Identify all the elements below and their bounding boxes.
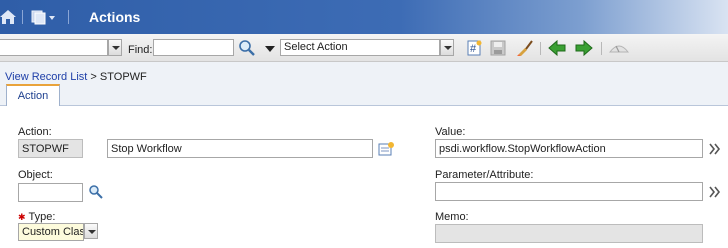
search-options-dropdown-icon[interactable] xyxy=(263,39,277,57)
save-icon[interactable] xyxy=(489,39,507,57)
memo-label: Memo: xyxy=(435,211,469,223)
app-title: Actions xyxy=(89,9,141,25)
description-field[interactable]: Stop Workflow xyxy=(107,139,373,158)
breadcrumb-separator: > xyxy=(90,71,97,83)
query-select[interactable] xyxy=(0,39,108,56)
toolbar: Find: Select Action # xyxy=(0,34,728,62)
type-dropdown-button[interactable] xyxy=(84,223,98,239)
breadcrumb-band: View Record List > STOPWF xyxy=(0,62,728,106)
new-record-icon[interactable]: # xyxy=(465,39,483,57)
required-marker: ✱ xyxy=(18,212,26,222)
double-chevron-icon[interactable] xyxy=(709,143,721,155)
help-icon[interactable] xyxy=(608,39,630,57)
long-description-icon[interactable] xyxy=(378,141,396,157)
action-label: Action: xyxy=(18,126,52,138)
search-icon[interactable] xyxy=(238,39,256,57)
memo-field xyxy=(435,224,703,243)
type-label-text: Type: xyxy=(28,211,56,223)
value-field[interactable]: psdi.workflow.StopWorkflowAction xyxy=(435,139,703,158)
next-record-icon[interactable] xyxy=(575,39,593,57)
parameter-attribute-field[interactable] xyxy=(435,182,703,201)
toolbar-separator xyxy=(540,42,541,55)
find-label: Find: xyxy=(128,44,153,56)
breadcrumb: View Record List > STOPWF xyxy=(5,71,147,83)
breadcrumb-current: STOPWF xyxy=(99,71,147,83)
toolbar-separator xyxy=(601,42,602,55)
query-dropdown-button[interactable] xyxy=(108,39,122,56)
object-field[interactable] xyxy=(18,183,83,202)
lookup-icon[interactable] xyxy=(88,184,104,200)
value-label: Value: xyxy=(435,126,466,138)
clear-changes-icon[interactable] xyxy=(516,39,534,57)
goto-applications-icon[interactable] xyxy=(30,9,58,25)
select-action-input[interactable]: Select Action xyxy=(280,39,440,56)
home-icon[interactable] xyxy=(0,9,16,25)
find-input[interactable] xyxy=(153,39,234,56)
title-bar: Actions xyxy=(0,0,728,34)
object-label: Object: xyxy=(18,169,53,181)
title-separator xyxy=(22,10,23,24)
title-separator xyxy=(68,10,69,24)
tab-action[interactable]: Action xyxy=(6,84,60,106)
type-label: ✱ Type: xyxy=(18,211,55,223)
svg-text:#: # xyxy=(470,43,477,55)
type-field[interactable]: Custom Class xyxy=(18,223,84,241)
view-record-list-link[interactable]: View Record List xyxy=(5,71,87,83)
parameter-attribute-label: Parameter/Attribute: xyxy=(435,169,534,181)
action-field: STOPWF xyxy=(18,139,83,158)
previous-record-icon[interactable] xyxy=(548,39,566,57)
select-action-dropdown-button[interactable] xyxy=(440,39,454,56)
double-chevron-icon[interactable] xyxy=(709,186,721,198)
